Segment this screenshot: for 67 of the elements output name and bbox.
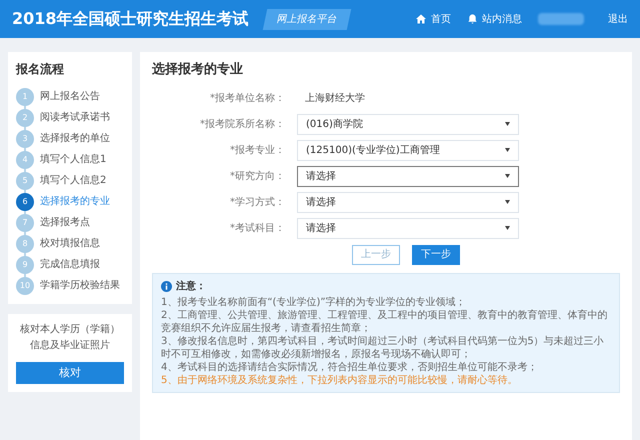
step-number: 3	[16, 130, 34, 148]
field-label: *报考院系所名称：	[199, 118, 286, 132]
step-number: 2	[16, 108, 34, 126]
field-label: *报考专业：	[229, 144, 286, 158]
step-item[interactable]: 5 填写个人信息2	[16, 170, 124, 191]
step-label: 填写个人信息2	[40, 174, 106, 188]
field-label: *研究方向：	[229, 170, 286, 184]
note-text: 4、考试科目的选择请结合实际情况，符合招生单位要求，否则招生单位可能不录考；	[161, 360, 538, 374]
step-label: 学籍学历校验结果	[40, 278, 120, 293]
next-button[interactable]: 下一步	[412, 244, 460, 264]
step-number: 8	[16, 234, 34, 252]
step-item[interactable]: 1 网上报名公告	[16, 86, 124, 107]
note-text: 1、报考专业名称前面有“(专业学位)”字样的为专业学位的专业领域；	[161, 296, 467, 308]
caret-icon	[505, 200, 510, 204]
platform-badge: 网上报名平台	[262, 8, 351, 30]
step-number: 6	[16, 192, 34, 210]
field-value: 上海财经大学	[304, 92, 365, 106]
step-label: 阅读考试承诺书	[40, 110, 110, 125]
step-item[interactable]: 4 填写个人信息1	[16, 149, 124, 170]
verify-text: 核对本人学历（学籍）信息及毕业证照片	[19, 322, 121, 353]
step-label: 选择报考点	[40, 216, 90, 230]
field-label: *报考单位名称：	[209, 92, 286, 106]
step-item[interactable]: 9 完成信息填报	[16, 254, 124, 275]
select-field[interactable]: (125100)(专业学位)工商管理	[297, 140, 519, 160]
step-label: 填写个人信息1	[40, 152, 106, 167]
note-text: 3、修改报名信息时，第四考试科目，考试时间超过三小时（考试科目代码第一位为5）与未超过三小时不可互相修改，如需修改必须新增报名，原报名号现场不确认即可；	[161, 334, 605, 360]
step-number: 4	[16, 150, 34, 168]
field-label: *考试科目：	[229, 222, 286, 236]
select-field[interactable]: 请选择	[297, 166, 519, 186]
caret-icon	[505, 122, 510, 126]
step-number: 5	[16, 172, 34, 190]
step-number: 1	[16, 88, 34, 106]
nav-link[interactable]: 站内消息	[467, 12, 522, 26]
logout-link[interactable]: 退出	[608, 12, 628, 26]
info-icon	[161, 280, 172, 292]
select-field[interactable]: 请选择	[297, 192, 519, 212]
caret-icon	[505, 226, 510, 230]
step-number: 10	[16, 276, 34, 294]
note-text: 2、工商管理、公共管理、旅游管理、工程管理、及工程中的项目管理、教育中的教育管理、体育中的竞赛组织不允许应届生报考，请查看招生简章；	[161, 308, 608, 334]
site-title: 2018年全国硕士研究生招生考试	[12, 8, 249, 30]
step-label: 选择报考的专业	[40, 194, 110, 209]
step-item[interactable]: 6 选择报考的专业	[16, 191, 124, 212]
step-label: 选择报考的单位	[40, 132, 110, 146]
step-item[interactable]: 8 校对填报信息	[16, 233, 124, 254]
note-text: 5、由于网络环境及系统复杂性，下拉列表内容显示的可能比较慢，请耐心等待。	[161, 374, 518, 386]
select-field[interactable]: (016)商学院	[297, 114, 519, 134]
home-icon	[415, 13, 427, 25]
verify-button[interactable]: 核对	[16, 362, 124, 384]
step-label: 完成信息填报	[40, 258, 100, 272]
step-item[interactable]: 3 选择报考的单位	[16, 128, 124, 149]
step-number: 9	[16, 256, 34, 274]
select-field[interactable]: 请选择	[297, 218, 519, 238]
nav-link[interactable]: 首页	[415, 12, 451, 26]
blurred-username	[538, 13, 584, 25]
notes-title: 注意：	[176, 279, 206, 294]
field-label: *学习方式：	[229, 196, 286, 210]
step-label: 网上报名公告	[40, 90, 100, 104]
step-item[interactable]: 10 学籍学历校验结果	[16, 275, 124, 296]
bell-icon	[467, 13, 478, 25]
sidebar-title: 报名流程	[16, 61, 65, 78]
step-label: 校对填报信息	[40, 236, 100, 251]
step-item[interactable]: 2 阅读考试承诺书	[16, 107, 124, 128]
caret-icon	[505, 148, 510, 152]
step-number: 7	[16, 214, 34, 232]
step-item[interactable]: 7 选择报考点	[16, 212, 124, 233]
caret-icon	[505, 174, 510, 178]
page-title: 选择报考的专业	[152, 61, 244, 79]
